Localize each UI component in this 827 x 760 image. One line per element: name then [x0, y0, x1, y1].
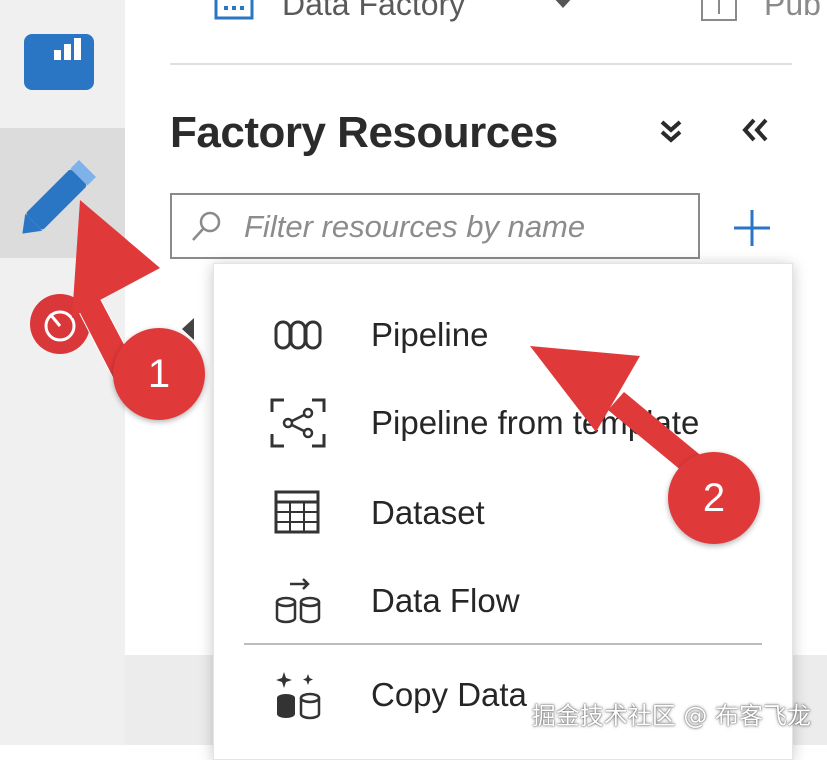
search-icon	[192, 211, 221, 241]
pencil-icon	[22, 160, 96, 234]
menu-item-label: Data Flow	[371, 582, 520, 619]
monitor-gauge-icon	[30, 294, 90, 354]
nav-home-button[interactable]	[24, 28, 94, 90]
publish-icon[interactable]	[700, 0, 740, 22]
watermark: 掘金技术社区 @ 布客飞龙	[531, 702, 811, 730]
panel-title: Factory Resources	[170, 108, 558, 157]
home-icon	[24, 34, 94, 90]
nav-monitor-button[interactable]	[28, 292, 92, 356]
left-nav-rail	[0, 0, 125, 745]
filter-resources-box	[170, 193, 700, 259]
menu-item-label: Copy Data	[371, 676, 527, 713]
dataset-icon	[274, 490, 320, 534]
toolbar-divider	[170, 63, 792, 65]
chevron-down-icon[interactable]	[552, 0, 574, 10]
menu-item-pipeline-from-template[interactable]: Pipeline from template	[214, 388, 792, 458]
menu-item-data-flow[interactable]: Data Flow	[214, 566, 792, 636]
menu-item-label: Dataset	[371, 494, 485, 531]
annotation-badge-2: 2	[668, 452, 760, 544]
factory-name-dropdown[interactable]: Data Factory	[282, 0, 465, 22]
filter-resources-input[interactable]	[242, 201, 686, 253]
factory-icon	[214, 0, 254, 20]
collapse-panel-icon[interactable]	[740, 116, 770, 144]
copy-data-icon	[276, 672, 321, 720]
expand-all-icon[interactable]	[658, 116, 684, 146]
menu-item-label: Pipeline from template	[371, 404, 700, 441]
annotation-badge-1: 1	[113, 328, 205, 420]
pipeline-icon	[274, 320, 322, 350]
data-flow-icon	[275, 578, 321, 624]
add-resource-icon[interactable]	[730, 206, 774, 250]
menu-separator	[244, 643, 762, 645]
top-toolbar: Data Factory Pub	[170, 0, 827, 28]
pipeline-template-icon	[270, 398, 326, 448]
nav-author-button[interactable]	[0, 128, 125, 258]
publish-button[interactable]: Pub	[764, 0, 821, 22]
menu-item-pipeline[interactable]: Pipeline	[214, 300, 792, 370]
menu-item-label: Pipeline	[371, 316, 489, 353]
